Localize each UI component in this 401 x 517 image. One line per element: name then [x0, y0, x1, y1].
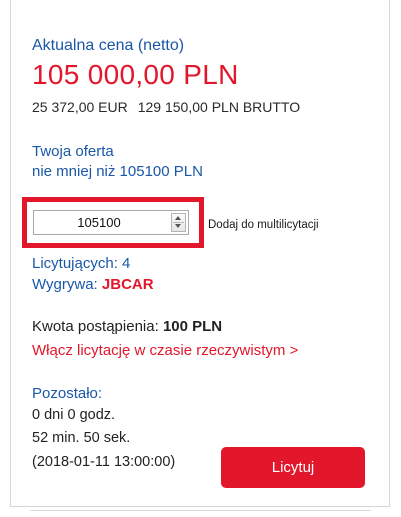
- remaining-label: Pozostało:: [32, 385, 103, 402]
- price-eur: 25 372,00 EUR: [32, 99, 128, 115]
- realtime-bidding-link[interactable]: Włącz licytację w czasie rzeczywistym >: [32, 342, 298, 359]
- remaining-min-sec: 52 min. 50 sek.: [32, 430, 131, 446]
- current-price: 105 000,00 PLN: [32, 59, 239, 90]
- winning-label: Wygrywa:: [32, 276, 98, 293]
- increment-value: 100 PLN: [162, 318, 223, 335]
- bid-button[interactable]: Licytuj: [221, 447, 365, 488]
- bid-amount-input[interactable]: [34, 211, 164, 234]
- stepper-down-icon[interactable]: [172, 223, 185, 231]
- bid-amount-stepper[interactable]: [171, 213, 186, 232]
- remaining-days-hours: 0 dni 0 godz.: [32, 407, 116, 423]
- offer-minimum: nie mniej niż 105100 PLN: [32, 163, 203, 180]
- bidders-count: Licytujących: 4: [32, 255, 131, 272]
- offer-label: Twoja oferta: [32, 143, 114, 160]
- winning-bidder: Wygrywa: JBCAR: [32, 276, 154, 293]
- bid-increment: Kwota postąpienia: 100 PLN: [32, 318, 222, 335]
- winning-user: JBCAR: [101, 276, 154, 293]
- increment-label: Kwota postąpienia:: [32, 318, 159, 335]
- stepper-up-icon[interactable]: [172, 214, 185, 222]
- bid-amount-field: [33, 210, 189, 235]
- divider: [30, 510, 371, 511]
- add-to-multibid-link[interactable]: Dodaj do multilicytacji: [208, 219, 319, 231]
- price-gross: 129 150,00 PLN BRUTTO: [137, 99, 301, 115]
- auction-end-date: (2018-01-11 13:00:00): [32, 454, 176, 470]
- converted-prices: 25 372,00 EUR 129 150,00 PLN BRUTTO: [32, 99, 300, 115]
- current-price-label: Aktualna cena (netto): [32, 37, 185, 54]
